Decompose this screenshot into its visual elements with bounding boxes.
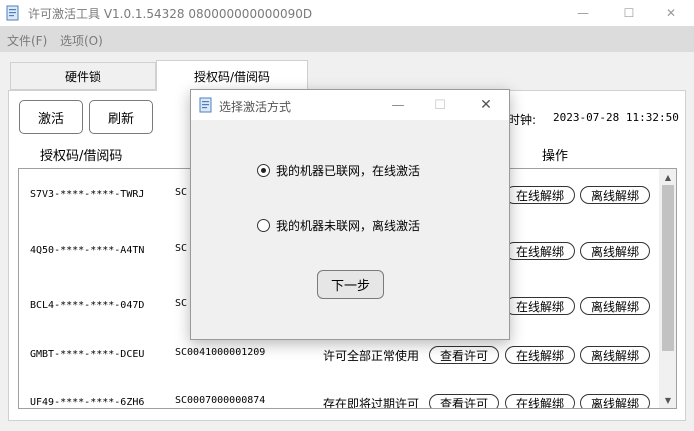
clock-label: 时钟: — [508, 113, 537, 127]
license-code: 4Q50-****-****-A4TN — [30, 245, 145, 256]
option-offline-activation[interactable]: 我的机器未联网，离线激活 — [257, 217, 420, 234]
view-license-button[interactable]: 查看许可 — [429, 394, 499, 408]
offline-unbind-button[interactable]: 离线解绑 — [580, 394, 650, 408]
column-header-operation: 操作 — [542, 149, 569, 164]
license-code: UF49-****-****-6ZH6 — [30, 397, 145, 408]
offline-unbind-button[interactable]: 离线解绑 — [580, 297, 650, 315]
tab-hardware-lock[interactable]: 硬件锁 — [10, 62, 156, 90]
serial-number: SC — [175, 187, 188, 198]
serial-number: SC0007000000874 — [175, 395, 266, 406]
online-unbind-button[interactable]: 在线解绑 — [505, 242, 575, 260]
option-online-activation[interactable]: 我的机器已联网，在线激活 — [257, 162, 420, 179]
online-unbind-button[interactable]: 在线解绑 — [505, 186, 575, 204]
dialog-title: 选择激活方式 — [219, 100, 292, 114]
vertical-scrollbar[interactable]: ▲ ▼ — [659, 169, 676, 408]
online-unbind-button[interactable]: 在线解绑 — [505, 394, 575, 408]
window-title: 许可激活工具 V1.0.1.54328 080000000000090D — [28, 7, 313, 21]
dialog-maximize-button: ☐ — [434, 97, 446, 113]
close-button[interactable]: ✕ — [648, 0, 694, 26]
license-code: S7V3-****-****-TWRJ — [30, 189, 145, 200]
menu-options[interactable]: 选项(O) — [60, 32, 103, 49]
license-code: BCL4-****-****-047D — [30, 300, 145, 311]
serial-number: SC0041000001209 — [175, 347, 266, 358]
activate-button[interactable]: 激活 — [19, 100, 83, 134]
menu-bar: 文件(F) 选项(O) — [0, 26, 694, 52]
table-row: UF49-****-****-6ZH6 SC0007000000874 存在即将… — [19, 377, 659, 409]
title-bar: 许可激活工具 V1.0.1.54328 080000000000090D — ☐… — [0, 0, 694, 26]
tab-license-code[interactable]: 授权码/借阅码 — [156, 60, 308, 91]
scroll-up-icon[interactable]: ▲ — [659, 169, 676, 185]
serial-number: SC — [175, 298, 188, 309]
view-license-button[interactable]: 查看许可 — [429, 346, 499, 364]
app-icon — [199, 97, 212, 113]
offline-unbind-button[interactable]: 离线解绑 — [580, 242, 650, 260]
refresh-button[interactable]: 刷新 — [89, 100, 153, 134]
online-unbind-button[interactable]: 在线解绑 — [505, 297, 575, 315]
offline-unbind-button[interactable]: 离线解绑 — [580, 186, 650, 204]
license-code: GMBT-****-****-DCEU — [30, 349, 145, 360]
maximize-button[interactable]: ☐ — [606, 0, 652, 26]
dialog-title-bar: 选择激活方式 — ☐ ✕ — [191, 90, 509, 120]
scroll-thumb[interactable] — [662, 185, 674, 351]
radio-online[interactable] — [257, 164, 270, 177]
license-status: 许可全部正常使用 — [323, 349, 420, 363]
activation-method-dialog: 选择激活方式 — ☐ ✕ 我的机器已联网，在线激活 我的机器未联网，离线激活 下… — [190, 89, 510, 340]
option-offline-label: 我的机器未联网，离线激活 — [276, 219, 421, 233]
dialog-minimize-button[interactable]: — — [383, 94, 413, 116]
column-header-code: 授权码/借阅码 — [40, 149, 123, 164]
app-icon — [6, 5, 19, 21]
serial-number: SC — [175, 243, 188, 254]
menu-file[interactable]: 文件(F) — [7, 32, 47, 49]
dialog-close-button[interactable]: ✕ — [471, 94, 501, 116]
online-unbind-button[interactable]: 在线解绑 — [505, 346, 575, 364]
license-status: 存在即将过期许可 — [323, 397, 420, 409]
clock-value: 2023-07-28 11:32:50 — [553, 111, 679, 124]
scroll-down-icon[interactable]: ▼ — [659, 392, 676, 408]
option-online-label: 我的机器已联网，在线激活 — [276, 164, 421, 178]
offline-unbind-button[interactable]: 离线解绑 — [580, 346, 650, 364]
next-step-button[interactable]: 下一步 — [317, 270, 384, 299]
radio-offline[interactable] — [257, 219, 270, 232]
minimize-button[interactable]: — — [560, 0, 606, 26]
